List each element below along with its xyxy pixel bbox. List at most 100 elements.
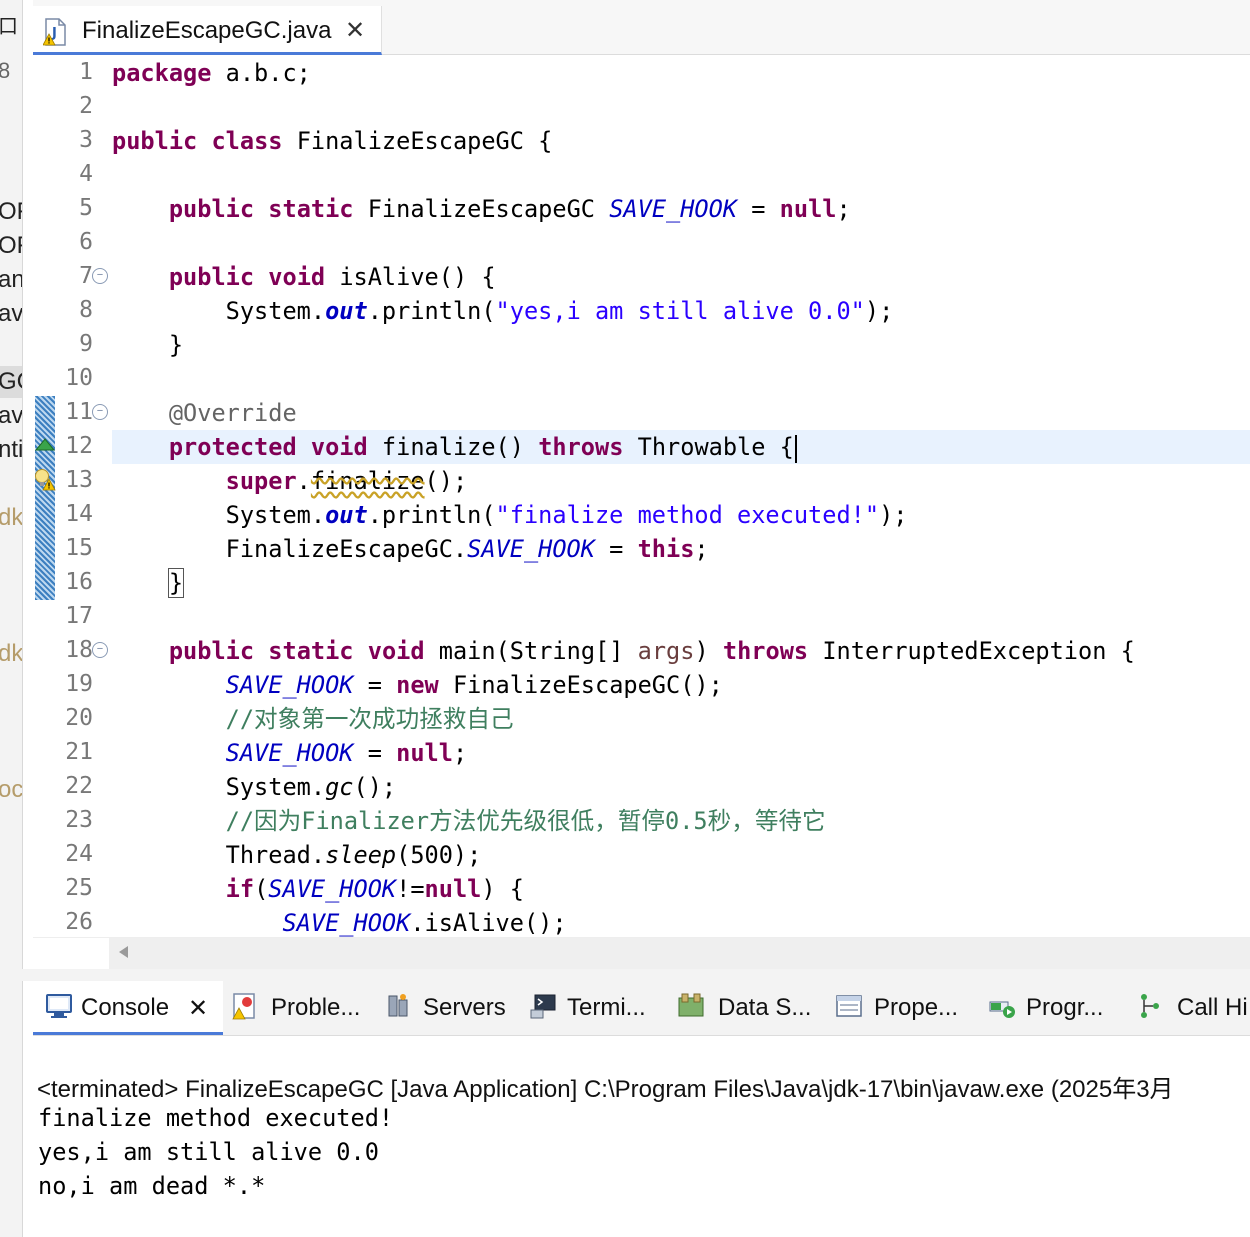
code-area[interactable]: package a.b.c; public class FinalizeEsca…	[112, 55, 1250, 937]
fold-toggle-icon[interactable]: −	[92, 642, 108, 658]
tab-properties[interactable]: Prope...	[835, 981, 975, 1035]
console-process-header: <terminated> FinalizeEscapeGC [Java Appl…	[37, 1076, 1174, 1103]
explorer-fragment: 8	[0, 58, 10, 84]
explorer-fragment[interactable]: OF	[0, 198, 22, 226]
console-output-line: no,i am dead *.*	[38, 1172, 266, 1200]
explorer-fragment[interactable]: dk	[0, 504, 22, 532]
console-output-line: finalize method executed!	[38, 1104, 394, 1132]
tab-label: Termi...	[567, 994, 646, 1021]
tab-servers[interactable]: Servers	[385, 981, 515, 1035]
line-number: 20	[65, 705, 93, 731]
line-number: 5	[79, 195, 93, 221]
explorer-fragment[interactable]: oc	[0, 776, 22, 804]
tab-terminal[interactable]: Termi...	[529, 981, 659, 1035]
code-line: @Override	[168, 399, 297, 427]
tab-label: Prope...	[874, 994, 959, 1021]
line-number: 18	[65, 637, 93, 663]
explorer-fragment[interactable]: ant	[0, 266, 22, 294]
explorer-fragment[interactable]: nti	[0, 436, 22, 464]
line-number: 9	[79, 331, 93, 357]
code-line: Thread.sleep(500);	[225, 841, 482, 869]
terminal-icon	[530, 994, 556, 1019]
tab-data-source-explorer[interactable]: Data S...	[677, 981, 817, 1035]
fold-toggle-icon[interactable]: −	[92, 404, 108, 420]
tab-label: Servers	[423, 994, 506, 1021]
line-number: 24	[65, 841, 93, 867]
fold-toggle-icon[interactable]: −	[92, 268, 108, 284]
code-line: //因为Finalizer方法优先级很低，暂停0.5秒，等待它	[225, 807, 826, 835]
editor-tab-label: FinalizeEscapeGC.java	[82, 17, 332, 44]
explorer-fragment[interactable]: ava	[0, 402, 22, 430]
line-number: 17	[65, 603, 93, 629]
code-line: if(SAVE_HOOK!=null) {	[225, 875, 524, 903]
console-icon	[46, 994, 72, 1018]
horizontal-scrollbar[interactable]	[33, 937, 1250, 970]
tab-label: Call Hi	[1177, 994, 1248, 1021]
explorer-fragment[interactable]: OF	[0, 232, 22, 260]
code-line: SAVE_HOOK = null;	[225, 739, 468, 767]
tab-label: Data S...	[718, 994, 812, 1021]
line-number: 15	[65, 535, 93, 561]
line-number: 16	[65, 569, 93, 595]
properties-icon	[836, 995, 862, 1017]
panel-separator	[22, 969, 1250, 981]
override-marker-icon[interactable]	[35, 437, 55, 451]
code-line: public static void main(String[] args) t…	[168, 637, 1135, 665]
code-line: System.out.println("yes,i am still alive…	[225, 297, 894, 325]
warning-lightbulb-icon[interactable]	[34, 467, 56, 491]
line-number: 14	[65, 501, 93, 527]
data-source-icon	[678, 993, 704, 1017]
code-line: System.gc();	[225, 773, 397, 801]
console-output-line: yes,i am still alive 0.0	[38, 1138, 379, 1166]
code-line: SAVE_HOOK = new FinalizeEscapeGC();	[225, 671, 723, 699]
console-view[interactable]: <terminated> FinalizeEscapeGC [Java Appl…	[33, 1036, 1250, 1237]
tab-console[interactable]: Console ✕	[33, 981, 223, 1035]
scrollbar-track[interactable]	[109, 938, 1250, 970]
line-number: 10	[65, 365, 93, 391]
line-number: 26	[65, 909, 93, 935]
code-line: public class FinalizeEscapeGC {	[112, 127, 553, 155]
line-number: 1	[79, 59, 93, 85]
code-line: package a.b.c;	[112, 59, 311, 87]
quick-diff-marker	[35, 532, 55, 566]
explorer-fragment[interactable]: av	[0, 300, 22, 328]
code-line: }	[167, 568, 185, 598]
call-hierarchy-icon	[1141, 994, 1159, 1018]
line-number: 23	[65, 807, 93, 833]
tab-label: Progr...	[1026, 994, 1104, 1021]
line-number: 13	[65, 467, 93, 493]
line-number: 12	[65, 433, 93, 459]
quick-diff-marker	[35, 498, 55, 532]
scroll-left-arrow-icon[interactable]	[119, 946, 128, 958]
problems-icon	[232, 993, 255, 1020]
tab-problems[interactable]: Proble...	[231, 981, 371, 1035]
quick-diff-marker	[35, 566, 55, 600]
text-cursor	[794, 434, 797, 463]
overview-ruler	[33, 55, 57, 937]
code-line: FinalizeEscapeGC.SAVE_HOOK = this;	[225, 535, 709, 563]
code-line: //对象第一次成功拯救自己	[225, 705, 514, 733]
code-line: protected void finalize() throws Throwab…	[112, 430, 797, 464]
line-number: 25	[65, 875, 93, 901]
line-number: 22	[65, 773, 93, 799]
bottom-panel-tab-bar: Console ✕ Proble... Servers Termi... Dat…	[33, 981, 1250, 1036]
tab-label: Proble...	[271, 994, 361, 1021]
code-line: public static FinalizeEscapeGC SAVE_HOOK…	[168, 195, 851, 223]
close-icon[interactable]: ✕	[345, 16, 365, 45]
editor-tab-finalize-escape-gc[interactable]: J FinalizeEscapeGC.java ✕	[33, 6, 382, 55]
line-number: 7	[79, 263, 93, 289]
close-icon[interactable]: ✕	[188, 994, 208, 1023]
line-number: 11	[65, 399, 93, 425]
progress-icon	[989, 1001, 1015, 1018]
line-number: 19	[65, 671, 93, 697]
code-editor[interactable]: 1 2 3 4 5 6 7 8 9 10 11 12 13 14 15 16 1…	[33, 55, 1250, 937]
tab-progress[interactable]: Progr...	[988, 981, 1128, 1035]
line-number: 2	[79, 93, 93, 119]
servers-icon	[388, 994, 408, 1017]
code-line: super.finalize();	[225, 467, 468, 495]
editor-tab-bar: J FinalizeEscapeGC.java ✕	[33, 0, 1250, 55]
explorer-fragment[interactable]: dk	[0, 640, 22, 668]
explorer-fragment[interactable]: GC	[0, 368, 22, 396]
code-line: SAVE_HOOK.isAlive();	[282, 909, 567, 937]
tab-call-hierarchy[interactable]: Call Hi	[1136, 981, 1250, 1035]
